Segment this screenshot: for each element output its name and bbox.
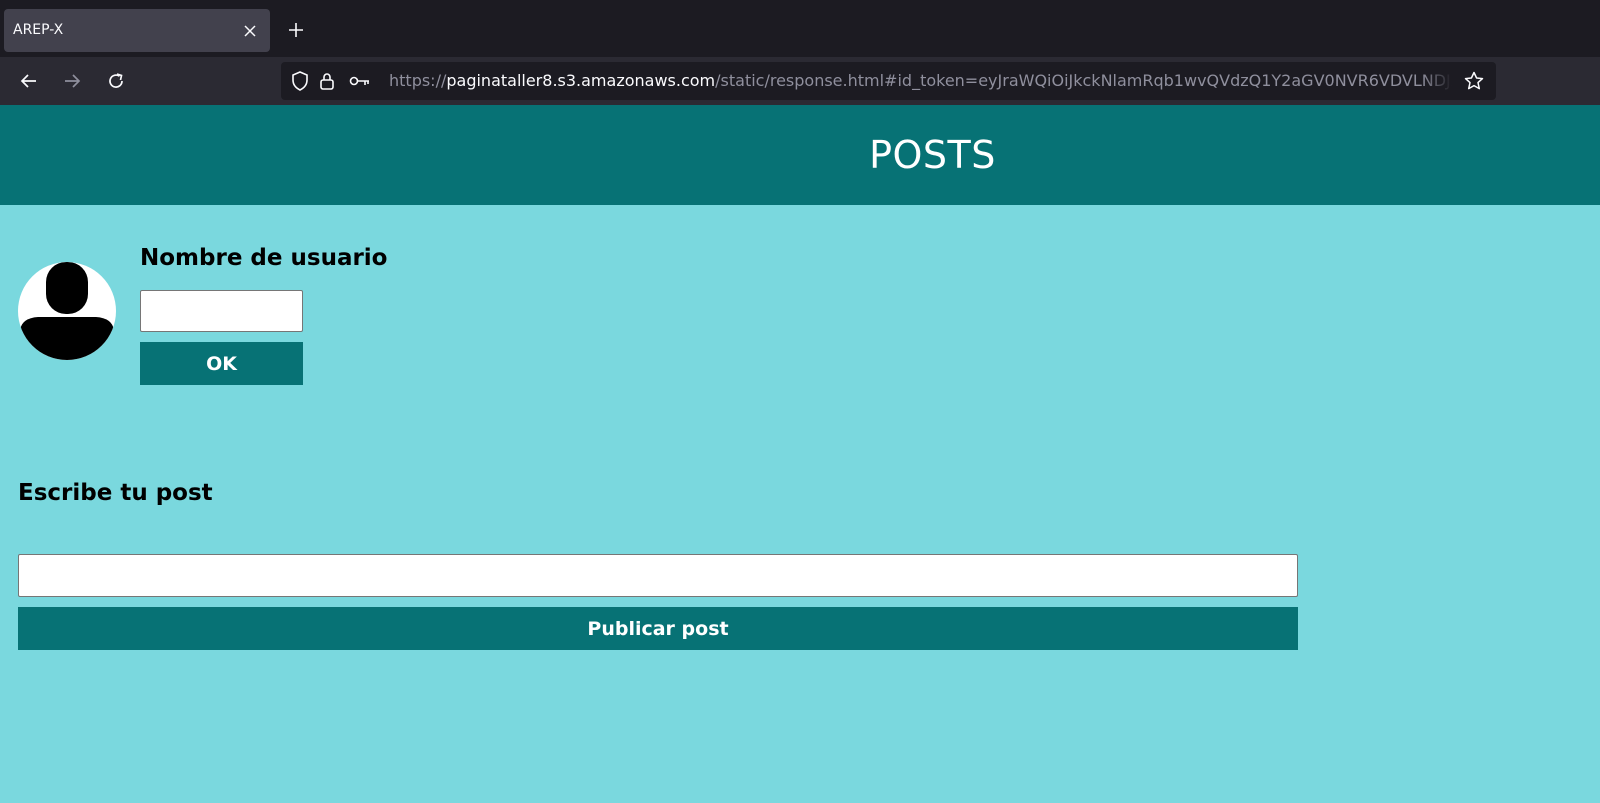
user-silhouette-icon (18, 262, 116, 360)
shield-icon[interactable] (290, 71, 310, 91)
browser-nav-bar: https://paginataller8.s3.amazonaws.com/s… (0, 57, 1600, 105)
url-host: paginataller8.s3.amazonaws.com (446, 71, 716, 90)
browser-tab-bar: AREP-X (0, 0, 1600, 57)
page-body: POSTS Nombre de usuario OK Escribe tu po… (0, 105, 1600, 803)
plus-icon[interactable] (284, 18, 308, 42)
url-text[interactable]: https://paginataller8.s3.amazonaws.com/s… (389, 62, 1452, 100)
url-path: /static/response.html#id_token=eyJraWQiO… (715, 71, 1452, 90)
username-input[interactable] (140, 290, 303, 332)
post-label: Escribe tu post (18, 480, 213, 506)
url-bar[interactable]: https://paginataller8.s3.amazonaws.com/s… (281, 62, 1496, 100)
tab-title: AREP-X (13, 22, 64, 38)
key-icon[interactable] (348, 71, 372, 91)
publish-post-button[interactable]: Publicar post (18, 607, 1298, 650)
page-header: POSTS (0, 105, 1600, 205)
url-scheme: https:// (389, 71, 447, 90)
url-fade (1422, 62, 1452, 100)
ok-button[interactable]: OK (140, 342, 303, 385)
arrow-left-icon[interactable] (15, 67, 43, 95)
page-title: POSTS (869, 133, 996, 177)
close-icon[interactable] (238, 19, 262, 43)
browser-tab[interactable]: AREP-X (4, 9, 270, 52)
username-label: Nombre de usuario (140, 245, 388, 271)
post-input[interactable] (18, 554, 1298, 597)
arrow-right-icon[interactable] (58, 67, 86, 95)
reload-icon[interactable] (102, 67, 130, 95)
lock-icon[interactable] (317, 71, 337, 91)
star-icon[interactable] (1464, 71, 1484, 91)
